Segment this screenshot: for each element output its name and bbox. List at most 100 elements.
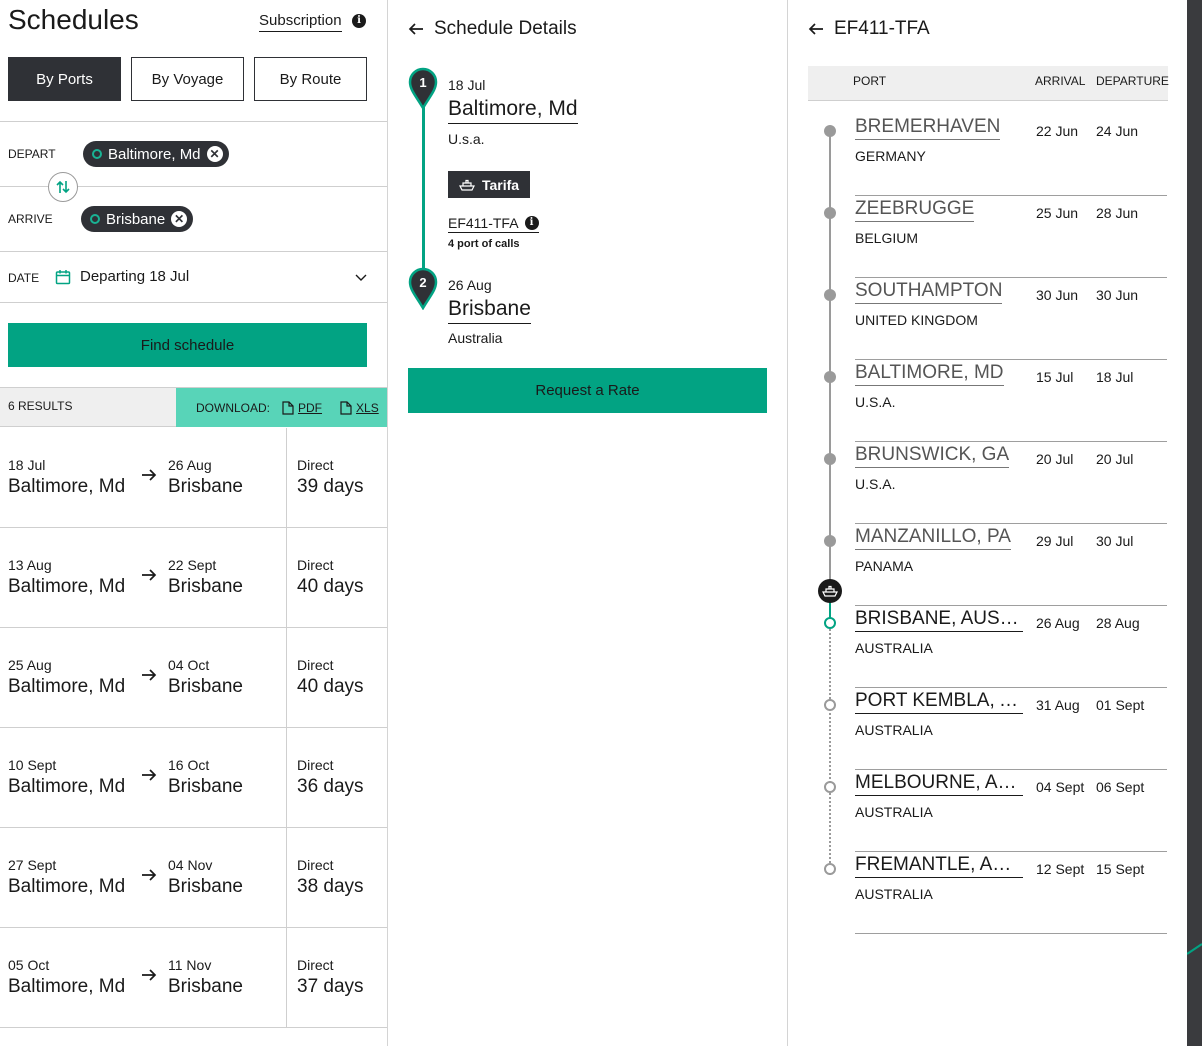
clear-arrive-icon[interactable]: ✕ [171,211,188,227]
port-arrival: 15 Jul [1036,369,1074,385]
result-arrive-date: 22 Sept [168,557,217,573]
arrow-right-icon [142,769,157,781]
clear-depart-icon[interactable]: ✕ [206,146,223,162]
result-origin: Baltimore, Md [8,976,126,997]
tab-by-voyage[interactable]: By Voyage [131,57,244,101]
arrow-right-icon [142,869,157,881]
port-name[interactable]: PORT KEMBLA, AUSTRALIA [855,690,1023,714]
voyage-link[interactable]: EF411-TFA i [448,215,539,233]
result-arrive-date: 16 Oct [168,757,210,773]
route-line [422,100,425,290]
port-row[interactable]: ZEEBRUGGE BELGIUM 25 Jun 28 Jun [855,196,1167,278]
port-row[interactable]: BALTIMORE, MD U.S.A. 15 Jul 18 Jul [855,360,1167,442]
result-destination: Brisbane [168,576,243,597]
port-name[interactable]: ZEEBRUGGE [855,198,975,222]
vessel-position-icon [818,579,842,603]
result-row[interactable]: 18 Jul Baltimore, Md 26 Aug Brisbane Direct 3… [0,428,387,528]
arrow-right-icon [142,569,157,581]
request-rate-button[interactable]: Request a Rate [408,368,767,413]
port-arrival: 30 Jun [1036,287,1079,303]
port-name[interactable]: MELBOURNE, AUSTRALIA [855,772,1023,796]
tab-by-route[interactable]: By Route [254,57,367,101]
result-row[interactable]: 27 Sept Baltimore, Md 04 Nov Brisbane Direct… [0,828,387,928]
port-departure: 30 Jul [1096,533,1134,549]
result-row[interactable]: 13 Aug Baltimore, Md 22 Sept Brisbane Direct… [0,528,387,628]
tab-by-ports[interactable]: By Ports [8,57,121,101]
details-title: Schedule Details [434,18,577,39]
result-origin: Baltimore, Md [8,476,126,497]
port-row[interactable]: FREMANTLE, AUSTRALIA AUSTRALIA 12 Sept 15 S… [855,852,1167,934]
result-service: Direct [297,957,334,973]
port-row[interactable]: MANZANILLO, PA PANAMA 29 Jul 30 Jul [855,524,1167,606]
stop-1-pin-icon: 1 [408,67,438,110]
port-name[interactable]: MANZANILLO, PA [855,526,1011,550]
info-icon[interactable]: i [352,14,366,28]
details-back[interactable]: Schedule Details [408,18,577,40]
vessel-badge: Tarifa [448,171,531,198]
results-count: 6 RESULTS [8,399,73,413]
download-pdf-link[interactable]: PDF [282,401,322,415]
port-row[interactable]: BRISBANE, AUSTRALIA AUSTRALIA 26 Aug 28 Aug [855,606,1167,688]
schedules-panel: Schedules Subscription i By Ports By Voy… [0,0,388,1046]
result-service: Direct [297,457,334,473]
port-row[interactable]: MELBOURNE, AUSTRALIA AUSTRALIA 04 Sept 06 S… [855,770,1167,852]
file-icon [340,400,352,415]
timeline-line-upcoming [829,629,831,875]
port-name[interactable]: BALTIMORE, MD [855,362,1004,386]
port-departure: 28 Aug [1096,615,1140,631]
timeline-dot [824,699,836,711]
port-table-header: PORT ARRIVAL DEPARTURE [808,66,1169,101]
stop-2-port[interactable]: Brisbane [448,297,531,324]
port-arrival: 04 Sept [1036,779,1085,795]
port-country: PANAMA [855,558,914,574]
result-arrive-date: 04 Oct [168,657,210,673]
port-name[interactable]: BREMERHAVEN [855,116,1001,140]
voyage-back[interactable]: EF411-TFA [808,18,930,40]
port-row[interactable]: SOUTHAMPTON UNITED KINGDOM 30 Jun 30 Jun [855,278,1167,360]
arrive-port-value: Brisbane [106,210,166,228]
xls-label: XLS [356,400,379,415]
divider [286,728,287,828]
timeline-dot [824,781,836,793]
stop-1-date: 18 Jul [448,77,486,93]
info-icon[interactable]: i [524,216,539,230]
depart-port-chip[interactable]: Baltimore, Md ✕ [83,141,229,167]
chevron-down-icon[interactable] [354,270,368,284]
port-name[interactable]: SOUTHAMPTON [855,280,1003,304]
result-row[interactable]: 10 Sept Baltimore, Md 16 Oct Brisbane Direct… [0,728,387,828]
arrow-left-icon [408,23,423,35]
port-name[interactable]: BRISBANE, AUSTRALIA [855,608,1023,632]
result-origin: Baltimore, Md [8,576,126,597]
timeline-dot [824,289,836,301]
port-country: AUSTRALIA [855,640,933,656]
timeline-dot [824,617,836,629]
subscription-link[interactable]: Subscription [259,12,342,32]
result-origin: Baltimore, Md [8,876,126,897]
result-destination: Brisbane [168,476,243,497]
result-destination: Brisbane [168,776,243,797]
result-row[interactable]: 05 Oct Baltimore, Md 11 Nov Brisbane Direct 3… [0,928,387,1028]
port-row[interactable]: BRUNSWICK, GA U.S.A. 20 Jul 20 Jul [855,442,1167,524]
date-picker[interactable]: Departing 18 Jul [55,268,189,285]
port-name[interactable]: FREMANTLE, AUSTRALIA [855,854,1023,878]
swap-ports-button[interactable] [48,172,78,202]
find-schedule-button[interactable]: Find schedule [8,323,367,367]
port-departure: 30 Jun [1096,287,1139,303]
divider [286,428,287,528]
port-row[interactable]: BREMERHAVEN GERMANY 22 Jun 24 Jun [855,114,1167,196]
download-xls-link[interactable]: XLS [340,401,379,415]
date-value: Departing 18 Jul [80,268,190,285]
stop-1-port[interactable]: Baltimore, Md [448,97,578,124]
port-departure: 18 Jul [1096,369,1134,385]
arrive-port-chip[interactable]: Brisbane ✕ [81,206,194,232]
port-row[interactable]: PORT KEMBLA, AUSTRALIA AUSTRALIA 31 Aug 01 … [855,688,1167,770]
result-destination: Brisbane [168,876,243,897]
results-bar: 6 RESULTS DOWNLOAD: PDF XLS [0,387,387,427]
port-departure: 24 Jun [1096,123,1139,139]
result-row[interactable]: 25 Aug Baltimore, Md 04 Oct Brisbane Direct 4… [0,628,387,728]
port-name[interactable]: BRUNSWICK, GA [855,444,1010,468]
divider [286,828,287,928]
result-duration: 39 days [297,476,364,497]
stop-1-number: 1 [419,75,426,90]
download-label: DOWNLOAD: [196,400,271,415]
